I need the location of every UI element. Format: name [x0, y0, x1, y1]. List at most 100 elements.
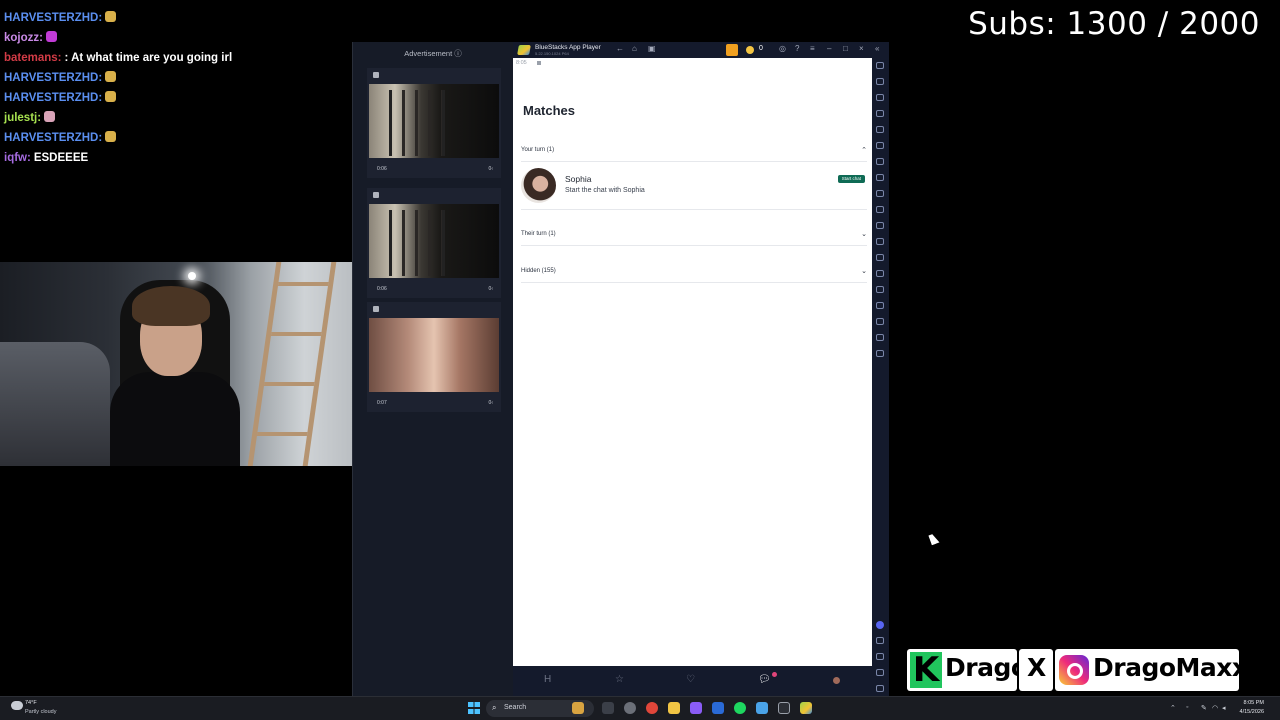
keyboard-icon[interactable]	[876, 94, 884, 101]
chat-username[interactable]: HARVESTERZHD:	[4, 72, 102, 84]
social-k-logo: K	[910, 652, 942, 688]
match-row-sophia[interactable]: Sophia Start the chat with Sophia Start …	[521, 168, 867, 210]
weather-condition[interactable]: Partly cloudy	[25, 709, 57, 715]
tray-mic-icon[interactable]: ◦	[1186, 704, 1188, 711]
steam-icon[interactable]	[712, 702, 724, 714]
section-hidden[interactable]: Hidden (155) ⌄	[521, 268, 867, 283]
trash-icon[interactable]	[876, 302, 884, 309]
chat-username[interactable]: HARVESTERZHD:	[4, 12, 102, 24]
multi-instance-icon[interactable]	[876, 174, 884, 181]
chrome-icon[interactable]	[646, 702, 658, 714]
nav-star-icon[interactable]: ☆	[615, 674, 624, 685]
nav-hinge-icon[interactable]: H	[544, 674, 551, 685]
ad-thumbnail[interactable]	[369, 318, 499, 392]
tray-volume-icon[interactable]: ◂	[1222, 704, 1226, 712]
notepad-icon[interactable]	[756, 702, 768, 714]
discord-icon[interactable]	[876, 621, 884, 629]
eco-mode-icon[interactable]	[876, 286, 884, 293]
maximize-icon[interactable]: □	[843, 44, 848, 53]
ad-close-icon[interactable]	[373, 306, 379, 312]
ad-card[interactable]: 0:07 0‹	[367, 302, 501, 412]
windows-start-icon[interactable]	[468, 702, 480, 714]
ad-close-icon[interactable]	[373, 192, 379, 198]
gamepad-icon[interactable]	[876, 110, 884, 117]
volume-icon[interactable]	[876, 78, 884, 85]
chevron-down-icon[interactable]: ⌄	[861, 230, 867, 238]
settings-icon[interactable]	[876, 637, 884, 644]
tray-wifi-icon[interactable]: ◠	[1212, 704, 1218, 712]
discord-taskbar-icon[interactable]	[690, 702, 702, 714]
recent-apps-icon[interactable]: ▣	[648, 44, 656, 53]
macro-icon[interactable]	[876, 158, 884, 165]
camera-icon[interactable]	[876, 334, 884, 341]
bluestacks-taskbar-icon[interactable]	[800, 702, 812, 714]
start-chat-button[interactable]: Start chat	[837, 175, 865, 183]
tray-clock-date[interactable]: 4/15/2026	[1228, 709, 1264, 715]
chat-username[interactable]: julestj:	[4, 112, 41, 124]
avatar[interactable]	[521, 168, 556, 203]
rotate-icon[interactable]	[876, 142, 884, 149]
recents-sidebar-icon[interactable]	[876, 685, 884, 692]
ad-volume-icon[interactable]: 0‹	[489, 286, 493, 292]
more-icon[interactable]	[876, 350, 884, 357]
tray-clock-time[interactable]: 8:05 PM	[1228, 700, 1264, 706]
ad-close-icon[interactable]	[373, 72, 379, 78]
menu-icon[interactable]: ≡	[810, 44, 815, 53]
minimize-icon[interactable]: –	[827, 44, 831, 53]
home-icon[interactable]: ⌂	[632, 44, 637, 53]
back-arrow-icon[interactable]: ←	[616, 44, 624, 53]
ad-title: Advertisement ⓘ	[404, 49, 462, 58]
chat-username[interactable]: HARVESTERZHD:	[4, 92, 102, 104]
bluestacks-store-icon[interactable]	[726, 44, 738, 56]
social-box-instagram: DragoMaxxer	[1055, 649, 1276, 691]
close-icon[interactable]: ×	[859, 44, 864, 53]
weather-cloud-icon[interactable]	[11, 701, 23, 710]
mouse-cursor-icon	[928, 532, 940, 546]
fullscreen-icon[interactable]	[876, 62, 884, 69]
chat-username[interactable]: batemans:	[4, 52, 62, 64]
collapse-sidebar-icon[interactable]: «	[875, 44, 879, 53]
ad-volume-icon[interactable]: 0‹	[489, 400, 493, 406]
task-view-icon[interactable]	[602, 702, 614, 714]
ad-thumbnail[interactable]	[369, 84, 499, 158]
ad-card[interactable]: 0:06 0‹	[367, 188, 501, 298]
social-box-drago: K Drago	[907, 649, 1028, 691]
media-folder-icon[interactable]	[876, 222, 884, 229]
layers-icon[interactable]	[876, 318, 884, 325]
apk-install-icon[interactable]	[876, 238, 884, 245]
spotify-icon[interactable]	[734, 702, 746, 714]
chat-badge	[772, 672, 777, 677]
nav-profile-avatar[interactable]	[833, 677, 840, 684]
ad-thumbnail[interactable]	[369, 204, 499, 278]
chevron-up-icon[interactable]: ⌃	[861, 146, 867, 154]
record-icon[interactable]	[876, 206, 884, 213]
ad-time: 0:06	[377, 166, 387, 172]
obs-icon[interactable]	[778, 702, 790, 714]
chevron-down-icon[interactable]: ⌄	[861, 267, 867, 275]
chat-username[interactable]: HARVESTERZHD:	[4, 132, 102, 144]
home-sidebar-icon[interactable]	[876, 669, 884, 676]
search-highlight-icon[interactable]	[572, 702, 584, 714]
chat-username[interactable]: iqfw:	[4, 152, 31, 164]
help-icon[interactable]: ?	[795, 44, 799, 53]
tray-pen-icon[interactable]: ✎	[1201, 704, 1207, 712]
nav-chat-icon[interactable]: 💬︎	[758, 674, 771, 685]
tray-chevron-up-icon[interactable]: ⌃	[1170, 704, 1176, 712]
chat-username[interactable]: kojozz:	[4, 32, 43, 44]
shake-icon[interactable]	[876, 126, 884, 133]
account-icon[interactable]: ◎	[779, 44, 786, 53]
stream-chat: HARVESTERZHD: kojozz: batemans:: At what t…	[4, 8, 349, 168]
section-your-turn[interactable]: Your turn (1) ⌃	[521, 147, 867, 162]
sync-icon[interactable]	[876, 270, 884, 277]
ad-volume-icon[interactable]: 0‹	[489, 166, 493, 172]
section-their-turn[interactable]: Their turn (1) ⌄	[521, 231, 867, 246]
ad-card[interactable]: 0:06 0‹	[367, 68, 501, 178]
screenshot-icon[interactable]	[876, 190, 884, 197]
back-icon[interactable]	[876, 653, 884, 660]
weather-temperature[interactable]: 74°F	[25, 700, 37, 706]
settings-app-icon[interactable]	[624, 702, 636, 714]
nav-heart-icon[interactable]: ♡	[686, 674, 695, 685]
location-icon[interactable]	[876, 254, 884, 261]
bluestacks-titlebar[interactable]: BlueStacks App Player 5.22.150.1024 P64 …	[513, 42, 889, 57]
file-explorer-icon[interactable]	[668, 702, 680, 714]
